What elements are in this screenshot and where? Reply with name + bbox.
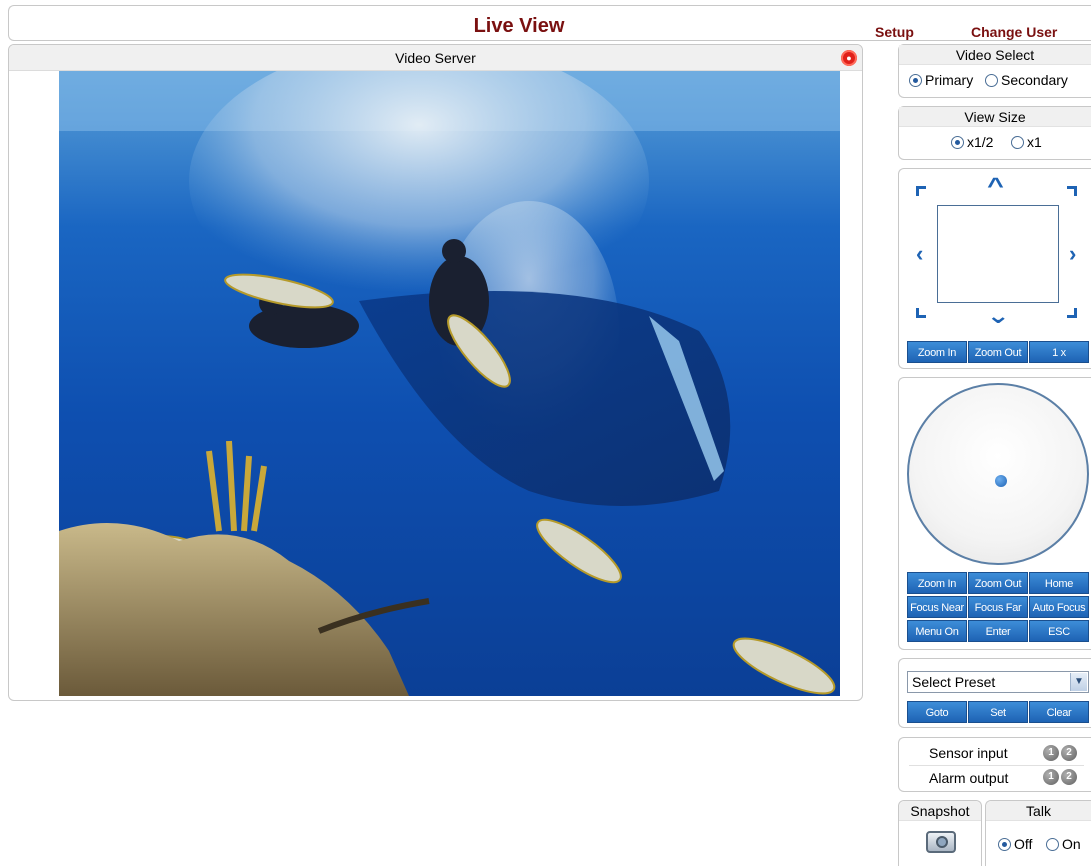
zoom-corner-bottom-right-icon[interactable] — [1067, 308, 1077, 318]
secondary-label: Secondary — [1001, 72, 1068, 88]
pan-left-icon[interactable]: ‹ — [916, 243, 923, 265]
preset-select-value: Select Preset — [912, 674, 996, 690]
menu-on-button[interactable]: Menu On — [907, 620, 967, 642]
ptz-view-box[interactable] — [937, 205, 1059, 303]
io-divider — [909, 765, 1084, 766]
zoom-out-button[interactable]: Zoom Out — [968, 572, 1028, 594]
talk-off-label: Off — [1014, 836, 1033, 852]
radio-unchecked-icon[interactable] — [1046, 838, 1059, 851]
talk-off[interactable]: Off — [998, 836, 1032, 852]
view-size-half[interactable]: x1/2 — [951, 134, 993, 150]
alarm-output-2-icon[interactable]: 2 — [1061, 769, 1077, 785]
setup-link[interactable]: Setup — [875, 24, 914, 40]
header-bar: Live View Setup Change User — [8, 5, 1091, 41]
joystick-panel: Zoom In Zoom Out Home Focus Near Focus F… — [898, 377, 1091, 650]
focus-far-button[interactable]: Focus Far — [968, 596, 1028, 618]
view-size-panel: View Size x1/2 x1 — [898, 106, 1091, 160]
ptz-panel: ^ ⌄ ‹ › Zoom In Zoom Out 1 x — [898, 168, 1091, 369]
record-icon[interactable]: ● — [841, 50, 857, 66]
home-button[interactable]: Home — [1029, 572, 1089, 594]
camera-lens-icon — [936, 836, 948, 848]
sensor-input-2-icon: 2 — [1061, 745, 1077, 761]
video-panel: Video Server ● — [8, 44, 863, 701]
radio-checked-icon[interactable] — [998, 838, 1011, 851]
zoom-corner-bottom-left-icon[interactable] — [916, 308, 926, 318]
preset-set-button[interactable]: Set — [968, 701, 1028, 723]
view-size-title: View Size — [899, 107, 1091, 127]
joystick-area[interactable] — [907, 383, 1089, 565]
talk-panel: Talk Off On — [985, 800, 1091, 866]
enter-button[interactable]: Enter — [968, 620, 1028, 642]
snapshot-panel: Snapshot — [898, 800, 982, 866]
joystick-knob[interactable] — [995, 475, 1007, 487]
half-size-label: x1/2 — [967, 134, 994, 150]
talk-on-label: On — [1062, 836, 1081, 852]
video-select-primary[interactable]: Primary — [909, 72, 973, 88]
video-select-panel: Video Select Primary Secondary — [898, 44, 1091, 98]
radio-checked-icon[interactable] — [951, 136, 964, 149]
preset-clear-button[interactable]: Clear — [1029, 701, 1089, 723]
video-panel-title: Video Server — [9, 45, 862, 71]
io-panel: Sensor input 1 2 Alarm output 1 2 — [898, 737, 1091, 792]
ptz-zoom-out-button[interactable]: Zoom Out — [968, 341, 1028, 363]
live-video-feed[interactable] — [59, 71, 840, 696]
video-select-title: Video Select — [899, 45, 1091, 65]
auto-focus-button[interactable]: Auto Focus — [1029, 596, 1089, 618]
zoom-corner-top-right-icon[interactable] — [1067, 186, 1077, 196]
alarm-output-1-icon[interactable]: 1 — [1043, 769, 1059, 785]
zoom-in-button[interactable]: Zoom In — [907, 572, 967, 594]
video-select-secondary[interactable]: Secondary — [985, 72, 1068, 88]
pan-right-icon[interactable]: › — [1069, 243, 1076, 265]
radio-unchecked-icon[interactable] — [985, 74, 998, 87]
camera-icon[interactable] — [926, 831, 956, 853]
pan-down-icon[interactable]: ⌄ — [986, 305, 1010, 327]
esc-button[interactable]: ESC — [1029, 620, 1089, 642]
full-size-label: x1 — [1027, 134, 1042, 150]
sensor-input-label: Sensor input — [929, 745, 1008, 761]
view-size-full[interactable]: x1 — [1011, 134, 1042, 150]
snapshot-label: Snapshot — [899, 801, 981, 821]
preset-goto-button[interactable]: Goto — [907, 701, 967, 723]
preset-select[interactable]: Select Preset ▼ — [907, 671, 1089, 693]
underwater-scene — [59, 71, 840, 696]
ptz-1x-button[interactable]: 1 x — [1029, 341, 1089, 363]
sensor-input-1-icon: 1 — [1043, 745, 1059, 761]
ptz-zoom-in-button[interactable]: Zoom In — [907, 341, 967, 363]
primary-label: Primary — [925, 72, 974, 88]
radio-checked-icon[interactable] — [909, 74, 922, 87]
alarm-output-label: Alarm output — [929, 770, 1009, 786]
preset-panel: Select Preset ▼ Goto Set Clear — [898, 658, 1091, 728]
zoom-corner-top-left-icon[interactable] — [916, 186, 926, 196]
focus-near-button[interactable]: Focus Near — [907, 596, 967, 618]
pan-up-icon[interactable]: ^ — [987, 175, 1004, 197]
talk-label: Talk — [986, 801, 1091, 821]
radio-unchecked-icon[interactable] — [1011, 136, 1024, 149]
chevron-down-icon[interactable]: ▼ — [1070, 673, 1087, 691]
talk-on[interactable]: On — [1046, 836, 1081, 852]
change-user-link[interactable]: Change User — [971, 24, 1057, 40]
